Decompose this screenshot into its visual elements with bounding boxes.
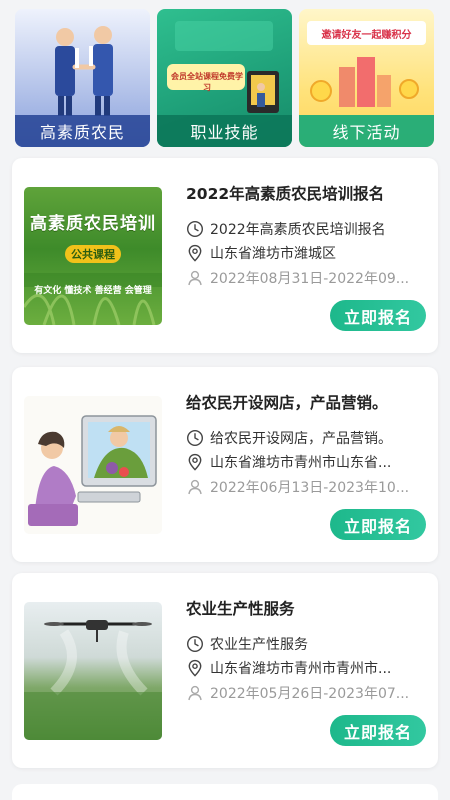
card-dates: 2022年05月26日-2023年07...: [210, 686, 410, 702]
activity-card[interactable]: 农业生产性服务 农业生产性服务 山东省潍坊市青州市青州市... 2022年05月…: [12, 573, 438, 768]
person-icon: [188, 685, 202, 701]
card-location-row: 山东省潍坊市青州市青州市...: [186, 657, 426, 679]
clock-icon: [186, 635, 204, 653]
card-subtitle-row: 2022年高素质农民培训报名: [186, 218, 426, 240]
register-button[interactable]: 立即报名: [330, 300, 426, 331]
card-location: 山东省潍坊市潍城区: [210, 246, 336, 262]
card-subtitle-row: 给农民开设网店，产品营销。: [186, 427, 426, 449]
card-subtitle: 农业生产性服务: [210, 637, 308, 653]
card-title: 给农民开设网店，产品营销。: [186, 394, 388, 412]
category-tile-offline[interactable]: 邀请好友一起赚积分 线下活动: [299, 9, 434, 147]
category-label: 职业技能: [157, 115, 292, 147]
thumbnail-pill: 公共课程: [65, 245, 121, 263]
category-tile-skills[interactable]: 会员全站课程免费学习 职业技能: [157, 9, 292, 147]
activity-card[interactable]: 给农民开设网店，产品营销。 给农民开设网店，产品营销。 山东省潍坊市青州市山东省…: [12, 367, 438, 562]
card-location-row: 山东省潍坊市潍城区: [186, 242, 426, 264]
card-dates-row: 2022年06月13日-2023年10...: [186, 476, 426, 498]
card-subtitle: 给农民开设网店，产品营销。: [210, 431, 392, 447]
card-thumbnail: [24, 396, 162, 534]
card-dates-row: 2022年08月31日-2022年09...: [186, 267, 426, 289]
category-label: 线下活动: [299, 115, 434, 147]
card-dates-row: 2022年05月26日-2023年07...: [186, 682, 426, 704]
person-icon: [188, 270, 202, 286]
card-thumbnail: 高素质农民培训 公共课程 有文化 懂技术 善经营 会管理: [24, 187, 162, 325]
thumbnail-headline: 高素质农民培训: [30, 214, 156, 234]
card-dates: 2022年06月13日-2023年10...: [210, 480, 410, 496]
thumbnail-footer: 有文化 懂技术 善经营 会管理: [34, 286, 152, 296]
person-icon: [188, 479, 202, 495]
register-button[interactable]: 立即报名: [330, 715, 426, 746]
category-label: 高素质农民: [15, 115, 150, 147]
location-pin-icon: [188, 453, 202, 471]
card-subtitle-row: 农业生产性服务: [186, 633, 426, 655]
location-pin-icon: [188, 659, 202, 677]
activity-card-next[interactable]: [12, 784, 438, 800]
location-pin-icon: [188, 244, 202, 262]
card-title: 2022年高素质农民培训报名: [186, 185, 385, 203]
activity-card[interactable]: 高素质农民培训 公共课程 有文化 懂技术 善经营 会管理 2022年高素质农民培…: [12, 158, 438, 353]
category-tiles: 高素质农民 会员全站课程免费学习 职业技能 邀请好友一起赚积分 线下活动: [15, 9, 435, 147]
card-subtitle: 2022年高素质农民培训报名: [210, 222, 386, 238]
card-location-row: 山东省潍坊市青州市山东省...: [186, 451, 426, 473]
card-thumbnail: [24, 602, 162, 740]
register-button[interactable]: 立即报名: [330, 509, 426, 540]
card-location: 山东省潍坊市青州市山东省...: [210, 455, 392, 471]
card-location: 山东省潍坊市青州市青州市...: [210, 661, 392, 677]
skills-banner-text: 会员全站课程免费学习: [171, 72, 243, 92]
card-dates: 2022年08月31日-2022年09...: [210, 271, 410, 287]
card-title: 农业生产性服务: [186, 600, 295, 618]
clock-icon: [186, 220, 204, 238]
clock-icon: [186, 429, 204, 447]
category-tile-farmers[interactable]: 高素质农民: [15, 9, 150, 147]
